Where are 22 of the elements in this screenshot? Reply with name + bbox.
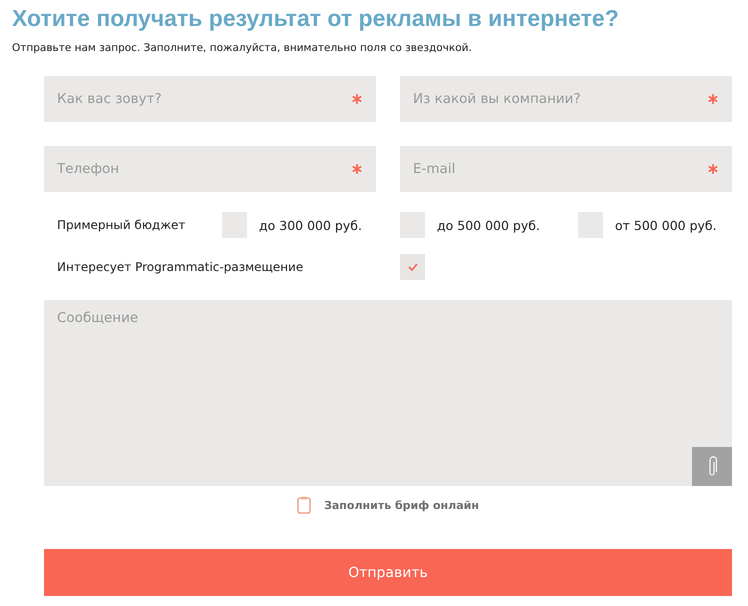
budget-checkbox[interactable] <box>578 212 603 238</box>
check-icon <box>408 263 418 271</box>
paperclip-icon <box>707 456 717 478</box>
budget-checkbox[interactable] <box>400 212 425 238</box>
text-field[interactable]: Из какой вы компании? <box>400 76 732 122</box>
clipboard-icon <box>297 496 312 514</box>
programmatic-label: Интересует Programmatic-размещение <box>56 260 304 274</box>
message-field[interactable]: Сообщение <box>44 300 732 486</box>
programmatic-checkbox[interactable] <box>400 254 425 280</box>
attach-file-button[interactable] <box>692 447 732 486</box>
text-field[interactable]: E-mail <box>400 146 732 192</box>
budget-option-label: от 500 000 руб. <box>615 218 717 232</box>
budget-label: Примерный бюджет <box>56 218 186 232</box>
brief-link[interactable]: Заполнить бриф онлайн <box>297 496 479 514</box>
form-subtitle: Отправьте нам запрос. Заполните, пожалуйста, внимательно поля со звездочкой. <box>12 42 473 55</box>
text-field[interactable]: Как вас зовут? <box>44 76 376 122</box>
form-title: Хотите получать результат от рекламы в интернете? <box>11 4 620 32</box>
budget-option-label: до 500 000 руб. <box>437 218 540 232</box>
budget-checkbox[interactable] <box>222 212 247 238</box>
text-field[interactable]: Телефон <box>44 146 376 192</box>
submit-button[interactable]: Отправить <box>44 549 732 596</box>
budget-option-label: до 300 000 руб. <box>259 218 362 232</box>
